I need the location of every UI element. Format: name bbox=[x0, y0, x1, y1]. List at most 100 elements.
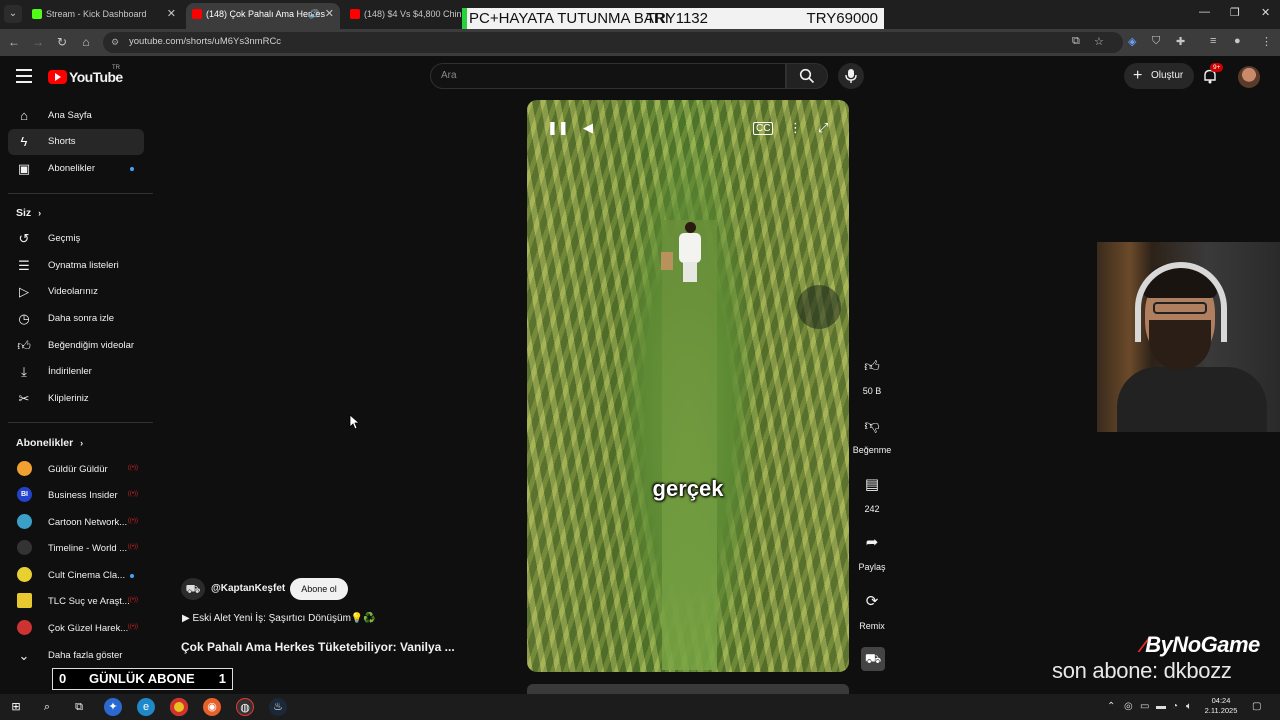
reload-icon[interactable]: ↻ bbox=[54, 34, 70, 50]
mouse-cursor-icon bbox=[349, 414, 359, 430]
pause-icon[interactable]: ❚❚ bbox=[547, 120, 569, 136]
media-control-icon[interactable]: ≡ bbox=[1210, 35, 1216, 47]
search-input[interactable]: Ara bbox=[430, 63, 786, 89]
subscriptions-section-header[interactable]: Abonelikler › bbox=[16, 437, 83, 449]
sidebar-channel-item[interactable]: Timeline - World ... ((•)) bbox=[8, 536, 144, 562]
forward-icon[interactable]: → bbox=[30, 34, 46, 50]
goal-current: TRY1132 bbox=[646, 10, 708, 27]
tab-kick-dashboard[interactable]: Stream - Kick Dashboard ✕ bbox=[26, 3, 182, 29]
minimize-icon[interactable]: — bbox=[1199, 6, 1210, 18]
speaker-icon[interactable]: 🔊 bbox=[309, 3, 320, 25]
extensions-puzzle-icon[interactable]: ✚ bbox=[1176, 35, 1185, 48]
shield-icon[interactable]: ⛉ bbox=[1152, 35, 1160, 48]
next-short-preview[interactable] bbox=[527, 684, 849, 694]
tray-wifi-icon[interactable]: ◔ bbox=[1172, 701, 1178, 712]
tray-volume-icon[interactable]: 🔈︎ bbox=[1186, 701, 1192, 712]
captions-icon[interactable]: CC bbox=[753, 122, 774, 135]
guide-menu-icon[interactable] bbox=[16, 69, 32, 83]
tray-battery-icon[interactable]: ▬ bbox=[1156, 701, 1166, 712]
sidebar-item-subscriptions[interactable]: ▣ Abonelikler bbox=[8, 156, 144, 182]
sidebar-channel-item[interactable]: Cult Cinema Cla... bbox=[8, 563, 144, 589]
firefox-icon[interactable]: ◉ bbox=[203, 698, 221, 716]
you-section-header[interactable]: Siz › bbox=[16, 207, 41, 219]
youtube-logo[interactable]: YouTube TR bbox=[48, 65, 128, 87]
dislike-button[interactable]: 👎︎ Beğenme bbox=[852, 409, 892, 455]
sidebar-item-home[interactable]: ⌂ Ana Sayfa bbox=[8, 103, 144, 129]
close-tab-icon[interactable]: ✕ bbox=[325, 3, 334, 25]
sidebar-item-liked-videos[interactable]: 👍︎ Beğendiğim videolar bbox=[8, 333, 144, 359]
sidebar-item-downloads[interactable]: ⤓ İndirilenler bbox=[8, 359, 144, 385]
notification-center-icon[interactable]: ▢ bbox=[1252, 701, 1261, 712]
edge-icon[interactable]: e bbox=[137, 698, 155, 716]
tab-search-button[interactable]: ⌄ bbox=[4, 5, 22, 23]
notifications-button[interactable]: 9+ bbox=[1202, 63, 1224, 86]
address-bar[interactable]: ⚙ youtube.com/shorts/uM6Ys3nmRCc bbox=[103, 32, 1123, 53]
task-view-icon[interactable]: ⧉ bbox=[70, 698, 88, 716]
tray-chevron-icon[interactable]: ⌃ bbox=[1107, 701, 1115, 712]
tray-network-icon[interactable]: ▭ bbox=[1140, 701, 1149, 712]
sidebar-channel-item[interactable]: TLC Suç ve Araşt... ((•)) bbox=[8, 589, 144, 615]
bookmark-star-icon[interactable]: ☆ bbox=[1094, 35, 1104, 48]
back-icon[interactable]: ← bbox=[6, 34, 22, 50]
donation-goal-bar: PC+HAYATA TUTUNMA BARI TRY1132 TRY69000 bbox=[462, 8, 884, 29]
tab-youtube-shorts-active[interactable]: (148) Çok Pahalı Ama Herkes 🔊 ✕ bbox=[186, 3, 340, 29]
close-tab-icon[interactable]: ✕ bbox=[167, 3, 176, 25]
steam-icon[interactable]: ♨ bbox=[269, 698, 287, 716]
profile-icon[interactable]: ● bbox=[1234, 35, 1241, 47]
video-title[interactable]: Çok Pahalı Ama Herkes Tüketebiliyor: Van… bbox=[181, 640, 455, 654]
volume-icon[interactable]: ◀ bbox=[583, 120, 593, 136]
sidebar-item-playlists[interactable]: ☰ Oynatma listeleri bbox=[8, 253, 144, 279]
country-code: TR bbox=[112, 65, 120, 71]
comment-icon: ▤ bbox=[864, 476, 880, 493]
sidebar-channel-item[interactable]: Güldür Güldür ((•)) bbox=[8, 457, 144, 483]
sidebar-item-your-videos[interactable]: ▷ Videolarınız bbox=[8, 279, 144, 305]
voice-search-button[interactable] bbox=[838, 63, 864, 89]
sidebar-channel-item[interactable]: Çok Güzel Harek... ((•)) bbox=[8, 616, 144, 642]
install-app-icon[interactable]: ⧉ bbox=[1072, 35, 1080, 48]
tab-title: (148) Çok Pahalı Ama Herkes bbox=[206, 9, 326, 19]
search-icon[interactable]: ⌕ bbox=[38, 698, 56, 716]
sidebar-item-watch-later[interactable]: ◷ Daha sonra izle bbox=[8, 306, 144, 332]
sidebar-item-label: Videolarınız bbox=[48, 286, 98, 297]
more-options-icon[interactable]: ⋮ bbox=[789, 120, 802, 136]
watch-later-icon: ◷ bbox=[18, 311, 30, 326]
windows-start-icon[interactable]: ⊞ bbox=[7, 698, 25, 716]
subs-header-label: Abonelikler bbox=[16, 437, 74, 449]
fullscreen-icon[interactable]: ⤢ bbox=[818, 120, 828, 136]
home-icon[interactable]: ⌂ bbox=[78, 34, 94, 50]
related-video-link[interactable]: ▶ Eski Alet Yeni İş: Şaşırtıcı Dönüşüm💡♻… bbox=[182, 613, 376, 624]
sidebar-item-clips[interactable]: ✂ Klipleriniz bbox=[8, 386, 144, 412]
goal-target: TRY69000 bbox=[806, 10, 878, 27]
url-text[interactable]: youtube.com/shorts/uM6Ys3nmRCc bbox=[129, 36, 281, 47]
tab-youtube-chinese[interactable]: (148) $4 Vs $4,800 Chinese bbox=[344, 3, 462, 29]
sidebar-item-history[interactable]: ↺ Geçmiş bbox=[8, 226, 144, 252]
browser-menu-icon[interactable]: ⋮ bbox=[1261, 35, 1272, 48]
close-window-icon[interactable]: ✕ bbox=[1261, 6, 1270, 19]
copilot-icon[interactable]: ✦ bbox=[104, 698, 122, 716]
remix-button[interactable]: ⟳ Remix bbox=[852, 585, 892, 631]
site-info-icon[interactable]: ⚙ bbox=[111, 37, 121, 47]
subscribe-button[interactable]: Abone ol bbox=[290, 578, 348, 600]
channel-name[interactable]: @KaptanKeşfet bbox=[211, 583, 285, 594]
like-button[interactable]: 👍︎ 50 B bbox=[852, 350, 892, 396]
share-button[interactable]: ➦ Paylaş bbox=[852, 526, 892, 572]
home-icon: ⌂ bbox=[20, 108, 28, 123]
comments-button[interactable]: ▤ 242 bbox=[852, 468, 892, 514]
sidebar-channel-item[interactable]: Cartoon Network... ((•)) bbox=[8, 510, 144, 536]
obs-icon[interactable]: ◍ bbox=[236, 698, 254, 716]
sidebar-item-shorts[interactable]: ϟ Shorts bbox=[8, 129, 144, 155]
search-button[interactable] bbox=[786, 63, 828, 89]
sidebar-channel-item[interactable]: BI Business Insider ((•)) bbox=[8, 483, 144, 509]
channel-avatar[interactable]: ⛟ bbox=[181, 578, 205, 600]
tray-app-icon[interactable]: ◎ bbox=[1124, 701, 1133, 712]
chrome-icon[interactable] bbox=[170, 698, 188, 716]
system-clock[interactable]: 04:24 2.11.2025 bbox=[1198, 696, 1244, 716]
account-avatar[interactable] bbox=[1238, 66, 1260, 88]
shorts-video-player[interactable]: ❚❚ ◀ CC ⋮ ⤢ gerçek bbox=[527, 100, 849, 672]
sound-thumbnail-icon[interactable]: ⛟ bbox=[861, 647, 885, 671]
maximize-icon[interactable]: ❐ bbox=[1230, 6, 1240, 19]
create-button[interactable]: + Oluştur bbox=[1124, 63, 1194, 89]
sidebar-show-more[interactable]: ⌄ Daha fazla göster bbox=[8, 643, 144, 669]
you-header-label: Siz bbox=[16, 207, 32, 219]
extension-icon[interactable]: ◈ bbox=[1128, 35, 1136, 48]
